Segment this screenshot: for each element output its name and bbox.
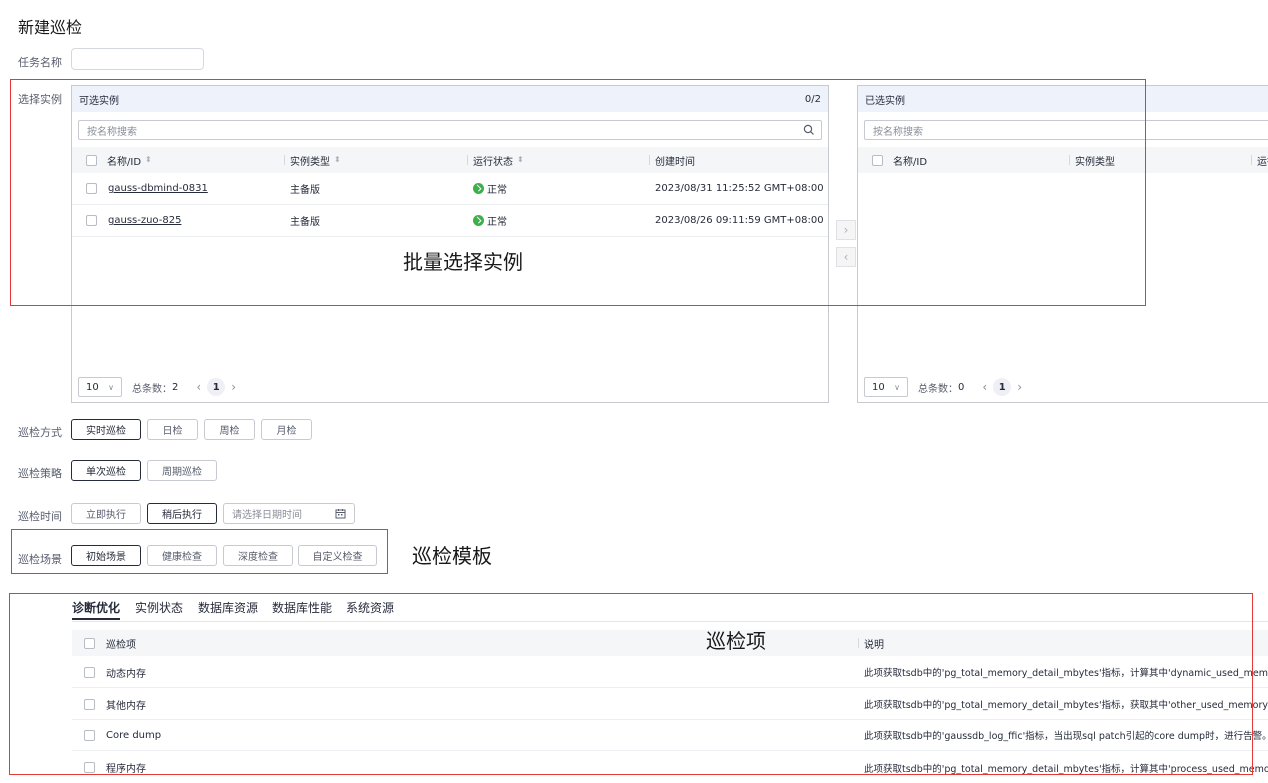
strategy-periodic-button[interactable]: 周期巡检 [147, 460, 217, 481]
inspection-strategy-label: 巡检策略 [18, 467, 62, 480]
mode-weekly-button[interactable]: 周检 [204, 419, 255, 440]
strategy-single-button[interactable]: 单次巡检 [71, 460, 141, 481]
prev-page-icon[interactable]: ‹ [982, 380, 987, 394]
selected-pagination: 10 ∨ 总条数： 0 ‹ 1 › [864, 377, 1028, 397]
current-page[interactable]: 1 [207, 378, 226, 396]
time-later-button[interactable]: 稍后执行 [147, 503, 217, 524]
datetime-placeholder: 请选择日期时间 [232, 510, 302, 521]
annotation-box-template [11, 529, 388, 574]
calendar-icon[interactable] [335, 508, 346, 519]
available-pagination: 10 ∨ 总条数： 2 ‹ 1 › [78, 377, 242, 397]
total-count: 2 [172, 381, 179, 393]
current-page[interactable]: 1 [993, 378, 1012, 396]
datetime-picker[interactable]: 请选择日期时间 [223, 503, 355, 524]
prev-page-icon[interactable]: ‹ [196, 380, 201, 394]
task-name-input[interactable] [71, 48, 204, 70]
total-count: 0 [958, 381, 965, 393]
next-page-icon[interactable]: › [1017, 380, 1022, 394]
task-name-label: 任务名称 [18, 56, 62, 69]
mode-realtime-button[interactable]: 实时巡检 [71, 419, 141, 440]
inspection-time-label: 巡检时间 [18, 510, 62, 523]
total-label: 总条数： [918, 383, 958, 395]
annotation-batch-select: 批量选择实例 [403, 250, 523, 274]
page-title: 新建巡检 [18, 18, 83, 37]
next-page-icon[interactable]: › [231, 380, 236, 394]
mode-daily-button[interactable]: 日检 [147, 419, 198, 440]
annotation-items: 巡检项 [706, 629, 766, 653]
page-size-select[interactable]: 10 ∨ [864, 377, 908, 397]
mode-monthly-button[interactable]: 月检 [261, 419, 312, 440]
annotation-box-batch-select [10, 79, 1146, 306]
inspection-mode-label: 巡检方式 [18, 426, 62, 439]
time-now-button[interactable]: 立即执行 [71, 503, 141, 524]
page-size-select[interactable]: 10 ∨ [78, 377, 122, 397]
col-status: 运行 [1257, 156, 1268, 168]
chevron-down-icon: ∨ [894, 382, 900, 392]
annotation-box-items [9, 593, 1253, 775]
chevron-down-icon: ∨ [108, 382, 114, 392]
total-label: 总条数： [132, 383, 172, 395]
annotation-template: 巡检模板 [412, 544, 492, 568]
